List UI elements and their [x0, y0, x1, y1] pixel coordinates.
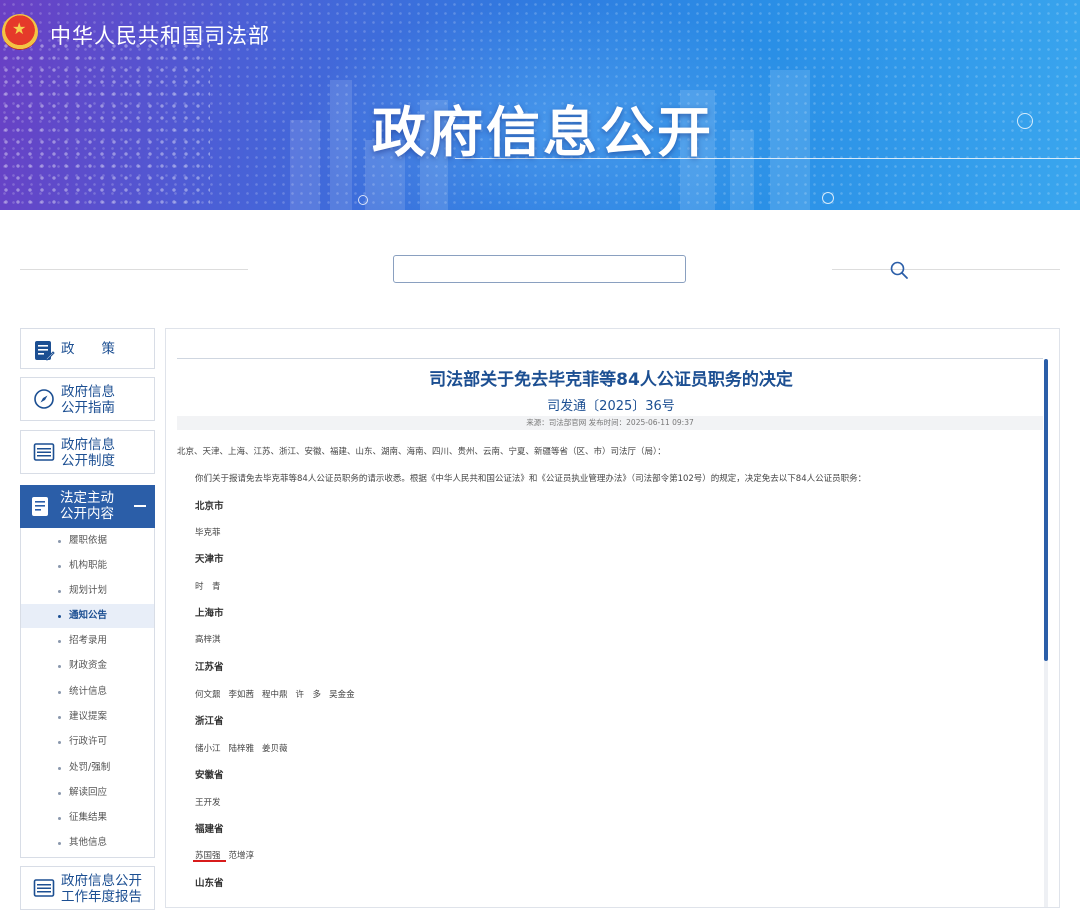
submenu-item[interactable]: 招考录用 — [21, 629, 154, 653]
sidebar-item-label: 法定主动 — [60, 490, 114, 506]
document-meta-text: 来源：司法部官网 发布时间：2025-06-11 09:37 — [526, 418, 694, 427]
sidebar-item-label: 公开制度 — [61, 453, 115, 469]
province-heading: 天津市 — [195, 554, 224, 565]
province-heading: 江苏省 — [195, 662, 224, 673]
name-list: 毕克菲 — [195, 528, 221, 538]
submenu-item[interactable]: 履职依据 — [21, 529, 154, 553]
submenu-item[interactable]: 机构职能 — [21, 554, 154, 578]
banner-ring — [358, 195, 368, 205]
submenu-item[interactable]: 处罚/强制 — [21, 756, 154, 780]
document-icon — [35, 341, 55, 361]
submenu-item[interactable]: 征集结果 — [21, 806, 154, 830]
submenu-item[interactable]: 规划计划 — [21, 579, 154, 603]
name-list: 何文鼐 李如茜 程中鼎许 多吴金金 — [195, 690, 355, 700]
sidebar-item-label: 公开内容 — [60, 506, 114, 522]
header-banner: 中华人民共和国司法部 政府信息公开 — [0, 0, 1080, 210]
sidebar-item-label: 公开指南 — [61, 400, 115, 416]
province-heading: 北京市 — [195, 501, 224, 512]
sidebar-item-statutory-disclosure[interactable]: 法定主动 公开内容 — [20, 485, 155, 528]
document-addressee: 北京、天津、上海、江苏、浙江、安徽、福建、山东、湖南、海南、四川、贵州、云南、宁… — [177, 447, 666, 457]
document-meta: 来源：司法部官网 发布时间：2025-06-11 09:37 — [177, 416, 1043, 430]
submenu-item[interactable]: 解读回应 — [21, 781, 154, 805]
name-list: 时 青 — [195, 582, 221, 592]
national-emblem-logo[interactable] — [2, 14, 38, 50]
name-list: 王开发 — [195, 798, 221, 808]
document-icon — [32, 497, 48, 516]
province-heading: 浙江省 — [195, 716, 224, 727]
search-input[interactable] — [393, 255, 686, 283]
sidebar-item-label: 政府信息 — [61, 384, 115, 400]
banner-title: 政府信息公开 — [372, 101, 714, 164]
list-icon — [33, 443, 55, 461]
document-panel: 司法部关于免去毕克菲等84人公证员职务的决定 司发通〔2025〕36号 来源：司… — [165, 328, 1060, 908]
list-icon — [33, 879, 55, 897]
submenu-item[interactable]: 财政资金 — [21, 654, 154, 678]
scrollbar-thumb[interactable] — [1044, 359, 1048, 661]
highlight-underline — [193, 860, 226, 862]
sidebar-item-label: 政 策 — [61, 341, 115, 357]
province-heading: 上海市 — [195, 608, 224, 619]
sidebar-item-disclosure-system[interactable]: 政府信息 公开制度 — [20, 430, 155, 474]
collapse-icon[interactable] — [134, 505, 146, 507]
province-heading: 山东省 — [195, 878, 224, 889]
divider — [20, 269, 248, 270]
banner-ring — [822, 192, 834, 204]
sidebar-item-label: 政府信息公开 — [61, 873, 142, 889]
name-list: 储小江 陆梓雅 姜贝薇 — [195, 744, 288, 754]
submenu-item[interactable]: 统计信息 — [21, 680, 154, 704]
province-heading: 安徽省 — [195, 770, 224, 781]
search-icon[interactable] — [889, 260, 909, 280]
sidebar-submenu: 履职依据 机构职能 规划计划 通知公告 招考录用 财政资金 统计信息 建议提案 … — [20, 528, 155, 858]
banner-pattern-left — [0, 40, 210, 210]
province-heading: 福建省 — [195, 824, 224, 835]
divider — [177, 358, 1043, 359]
divider — [832, 269, 1060, 270]
submenu-item[interactable]: 行政许可 — [21, 730, 154, 754]
document-intro: 你们关于报请免去毕克菲等84人公证员职务的请示收悉。根据《中华人民共和国公证法》… — [195, 474, 867, 484]
name-list: 高梓淇 — [195, 635, 221, 645]
document-title: 司法部关于免去毕克菲等84人公证员职务的决定 — [429, 370, 793, 390]
submenu-item[interactable]: 建议提案 — [21, 705, 154, 729]
compass-icon — [34, 389, 54, 409]
banner-ring — [1017, 113, 1033, 129]
sidebar-item-policy[interactable]: 政 策 — [20, 328, 155, 369]
site-name[interactable]: 中华人民共和国司法部 — [50, 20, 270, 50]
sidebar-item-annual-report[interactable]: 政府信息公开 工作年度报告 — [20, 866, 155, 910]
sidebar-item-label: 政府信息 — [61, 437, 115, 453]
sidebar-item-disclosure-guide[interactable]: 政府信息 公开指南 — [20, 377, 155, 421]
submenu-item[interactable]: 其他信息 — [21, 831, 154, 855]
submenu-item-active[interactable]: 通知公告 — [21, 604, 154, 628]
document-number: 司发通〔2025〕36号 — [547, 399, 675, 414]
